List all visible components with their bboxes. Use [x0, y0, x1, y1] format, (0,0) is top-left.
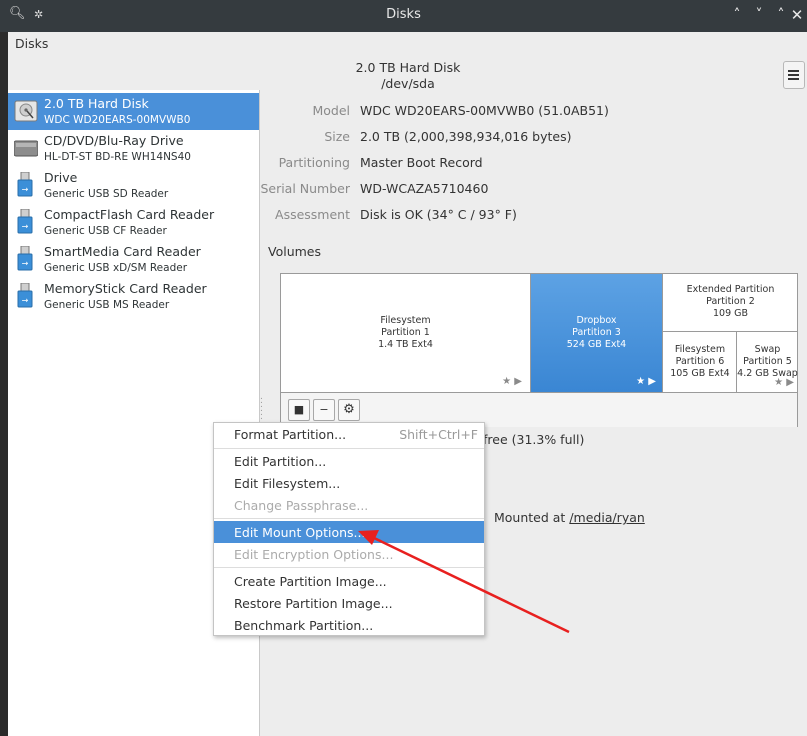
stop-button[interactable]: ■ [288, 399, 310, 421]
device-model: Generic USB MS Reader [44, 299, 170, 311]
menu-item-create-partition-image[interactable]: Create Partition Image... [214, 570, 484, 592]
star-play-icon: ★ ▶ [636, 376, 656, 387]
more-actions-button[interactable]: ⚙ [338, 399, 360, 421]
device-item-sm-reader[interactable]: → SmartMedia Card Reader Generic USB xD/… [8, 241, 259, 278]
close-icon[interactable]: ✕ [788, 5, 806, 25]
volume-type: Swap [754, 344, 781, 355]
volume-label: Dropbox [576, 315, 617, 326]
menu-item-label: Format Partition... [234, 427, 347, 442]
prop-value-assessment: Disk is OK (34° C / 93° F) [360, 207, 517, 222]
device-model: Generic USB xD/SM Reader [44, 262, 188, 274]
prop-value-serial: WD-WCAZA5710460 [360, 181, 489, 196]
mount-path-link[interactable]: /media/ryan [569, 510, 644, 525]
gear-icon: ⚙ [343, 402, 355, 417]
menu-item-edit-mount-options[interactable]: Edit Mount Options... [214, 521, 484, 543]
mounted-info: Mounted at /media/ryan [494, 510, 645, 525]
volume-swap-partition-5[interactable]: Swap Partition 5 4.2 GB Swap ★ ▶ [736, 332, 798, 392]
prop-value-model: WDC WD20EARS-00MVWB0 (51.0AB51) [360, 103, 609, 118]
star-play-icon: ★ ▶ [502, 376, 522, 387]
menu-item-label: Restore Partition Image... [234, 596, 393, 611]
prop-label-partitioning: Partitioning [278, 155, 350, 170]
volume-partition: Partition 1 [381, 327, 430, 338]
volume-type: Extended Partition [686, 284, 775, 295]
menu-item-label: Edit Mount Options... [234, 525, 366, 540]
menu-item-edit-filesystem[interactable]: Edit Filesystem... [214, 472, 484, 494]
menu-item-label: Create Partition Image... [234, 574, 387, 589]
volume-partition: Partition 3 [572, 327, 621, 338]
prop-value-size: 2.0 TB (2,000,398,934,016 bytes) [360, 129, 572, 144]
volume-partition: Partition 2 [706, 296, 755, 307]
menu-item-label: Edit Partition... [234, 454, 327, 469]
prop-value-partitioning: Master Boot Record [360, 155, 483, 170]
menu-item-benchmark-partition[interactable]: Benchmark Partition... [214, 614, 484, 636]
menu-item-label: Edit Encryption Options... [234, 547, 394, 562]
volume-size: 109 GB [712, 308, 749, 319]
volume-filesystem-partition-6[interactable]: Filesystem Partition 6 105 GB Ext4 [662, 332, 737, 392]
device-model: Generic USB CF Reader [44, 225, 167, 237]
volume-dropbox-partition-3[interactable]: Dropbox Partition 3 524 GB Ext4 ★ ▶ [530, 274, 662, 392]
star-play-icon: ★ ▶ [774, 377, 794, 388]
svg-text:→: → [22, 222, 29, 231]
volume-partition: Partition 5 [743, 356, 792, 367]
hamburger-menu-button[interactable] [783, 61, 805, 89]
prop-label-serial: Serial Number [260, 181, 350, 196]
menu-item-label: Edit Filesystem... [234, 476, 341, 491]
menu-item-shortcut: Shift+Ctrl+F [399, 427, 478, 442]
minus-icon: − [319, 403, 329, 416]
volume-type: Filesystem [380, 315, 431, 326]
volume-size: 105 GB Ext4 [670, 368, 730, 379]
volumes-heading: Volumes [268, 244, 322, 259]
drag-handle[interactable]: ...... [260, 393, 263, 422]
svg-text:→: → [22, 296, 29, 305]
svg-text:→: → [22, 259, 29, 268]
header-title: 2.0 TB Hard Disk [355, 60, 461, 75]
device-item-ms-reader[interactable]: → MemoryStick Card Reader Generic USB MS… [8, 278, 259, 315]
menu-item-label: Change Passphrase... [234, 498, 369, 513]
delete-partition-button[interactable]: − [313, 399, 335, 421]
menu-item-edit-encryption-options: Edit Encryption Options... [214, 543, 484, 565]
menu-item-change-passphrase: Change Passphrase... [214, 494, 484, 516]
device-name: SmartMedia Card Reader [44, 244, 201, 259]
hamburger-icon [788, 70, 799, 72]
prop-label-model: Model [312, 103, 350, 118]
menu-item-edit-partition[interactable]: Edit Partition... [214, 450, 484, 472]
minimize-icon[interactable]: ˅ [750, 5, 768, 25]
app-title: Disks [15, 36, 49, 51]
volume-size: 1.4 TB Ext4 [378, 339, 433, 350]
volume-size: 524 GB Ext4 [566, 339, 627, 350]
stop-icon: ■ [293, 403, 305, 416]
usage-text: free (31.3% full) [483, 432, 585, 447]
window-title: Disks [386, 7, 421, 22]
partition-context-menu: Format Partition... Shift+Ctrl+F Edit Pa… [213, 422, 485, 636]
device-name: MemoryStick Card Reader [44, 281, 207, 296]
menu-item-label: Benchmark Partition... [234, 618, 374, 633]
header-subtitle: /dev/sda [381, 76, 435, 91]
volume-partition: Partition 6 [675, 356, 725, 367]
menu-item-restore-partition-image[interactable]: Restore Partition Image... [214, 592, 484, 614]
usb-drive-icon: → [17, 283, 33, 308]
menu-item-format-partition[interactable]: Format Partition... Shift+Ctrl+F [214, 423, 484, 445]
shade-icon[interactable]: ˄ [728, 5, 746, 25]
volume-filesystem-partition-1[interactable]: Filesystem Partition 1 1.4 TB Ext4 ★ ▶ [281, 274, 530, 392]
volume-type: Filesystem [674, 344, 726, 355]
title-bar: 🔍︎ ✲ Disks ˄ ˅ ˄ ✕ [0, 0, 807, 32]
usb-drive-icon: → [17, 246, 33, 271]
volumes-graph: Filesystem Partition 1 1.4 TB Ext4 ★ ▶ D… [280, 273, 798, 427]
prop-label-size: Size [324, 129, 350, 144]
prop-label-assessment: Assessment [275, 207, 350, 222]
mounted-at-label: Mounted at [494, 510, 566, 525]
volume-extended-partition-2[interactable]: Extended Partition Partition 2 109 GB [662, 274, 798, 332]
